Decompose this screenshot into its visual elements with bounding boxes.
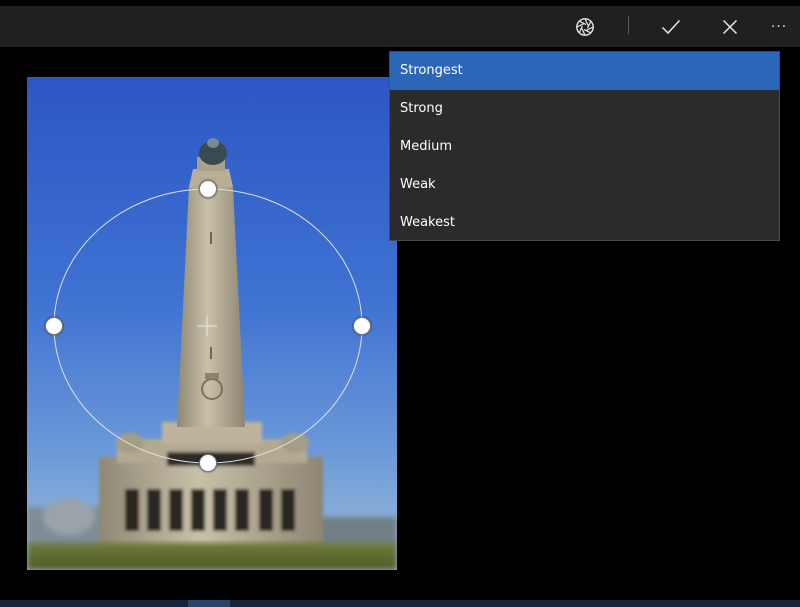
cancel-button[interactable] <box>708 6 752 47</box>
focus-handle-right[interactable] <box>353 317 371 335</box>
menu-item-weak[interactable]: Weak <box>390 166 779 204</box>
focus-handle-top[interactable] <box>199 180 217 198</box>
more-button[interactable]: ··· <box>757 6 800 47</box>
blur-strength-menu: Strongest Strong Medium Weak Weakest <box>389 51 780 241</box>
focus-center-crosshair[interactable] <box>197 316 217 336</box>
crosshair-icon <box>197 316 217 336</box>
apply-button[interactable] <box>649 6 693 47</box>
focus-handle-left[interactable] <box>45 317 63 335</box>
edit-toolbar: ··· <box>0 6 800 47</box>
vignette-focus-button[interactable] <box>563 6 607 47</box>
close-icon <box>722 19 738 34</box>
taskbar-active-app[interactable] <box>188 600 230 607</box>
aperture-icon <box>576 17 594 36</box>
menu-item-weakest[interactable]: Weakest <box>390 204 779 242</box>
checkmark-icon <box>661 19 681 34</box>
toolbar-separator <box>628 16 629 34</box>
taskbar-edge <box>0 600 800 607</box>
menu-item-medium[interactable]: Medium <box>390 128 779 166</box>
focus-handle-bottom[interactable] <box>199 454 217 472</box>
menu-item-strongest[interactable]: Strongest <box>390 52 779 90</box>
photo-editor-window: ··· Strongest Strong Medium Weak Weakest <box>0 0 800 607</box>
menu-item-strong[interactable]: Strong <box>390 90 779 128</box>
more-icon: ··· <box>770 18 788 35</box>
